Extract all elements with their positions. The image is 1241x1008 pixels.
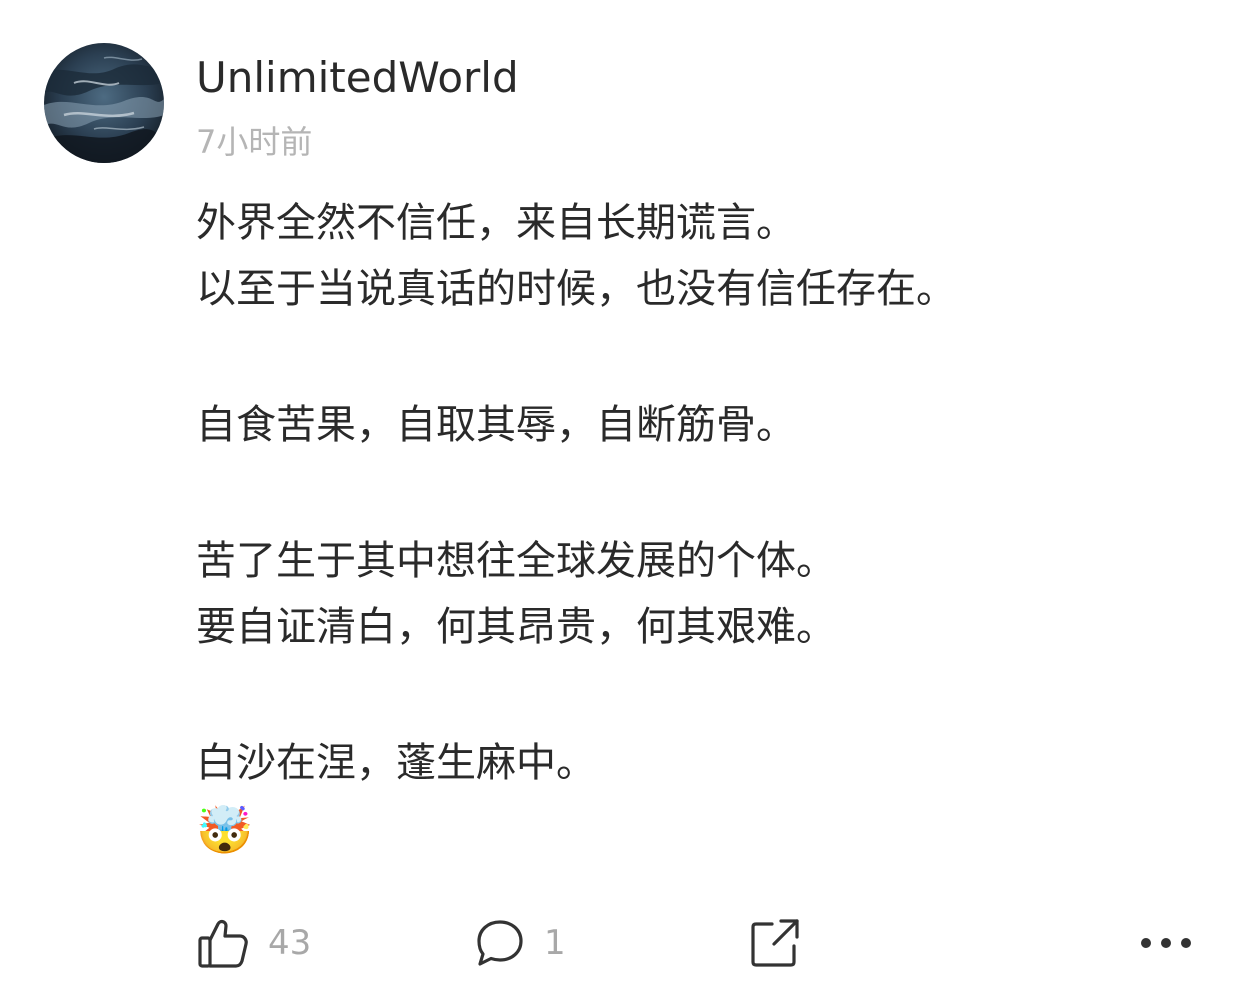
content-line: 要自证清白，何其昂贵，何其艰难。 [196, 604, 836, 650]
content-line: 以至于当说真话的时候，也没有信任存在。 [196, 266, 956, 312]
share-icon [748, 916, 802, 970]
content-line: 白沙在涅，蓬生麻中。 [196, 740, 596, 786]
exploding-head-emoji: 🤯 [196, 803, 254, 857]
avatar[interactable] [44, 43, 164, 163]
share-button[interactable] [748, 915, 802, 971]
content-line: 苦了生于其中想往全球发展的个体。 [196, 538, 836, 584]
more-button[interactable] [1138, 915, 1194, 971]
post-content: 外界全然不信任，来自长期谎言。 以至于当说真话的时候，也没有信任存在。 自食苦果… [196, 190, 1196, 862]
avatar-image [44, 43, 164, 163]
like-count: 43 [268, 923, 312, 963]
comment-button[interactable]: 1 [474, 915, 566, 971]
content-line [196, 458, 1196, 528]
comment-bubble-icon [474, 917, 526, 969]
like-button[interactable]: 43 [196, 915, 311, 971]
more-dots-icon [1138, 935, 1194, 951]
post-time: 7小时前 [196, 123, 313, 161]
content-line [196, 322, 1196, 392]
thumbs-up-icon [196, 916, 250, 970]
author-name[interactable]: UnlimitedWorld [196, 52, 519, 104]
comment-count: 1 [544, 923, 566, 963]
content-line: 自食苦果，自取其辱，自断筋骨。 [196, 402, 796, 448]
content-line [196, 660, 1196, 730]
content-line: 外界全然不信任，来自长期谎言。 [196, 200, 796, 246]
comment-post: UnlimitedWorld 7小时前 外界全然不信任，来自长期谎言。 以至于当… [0, 0, 1241, 1008]
